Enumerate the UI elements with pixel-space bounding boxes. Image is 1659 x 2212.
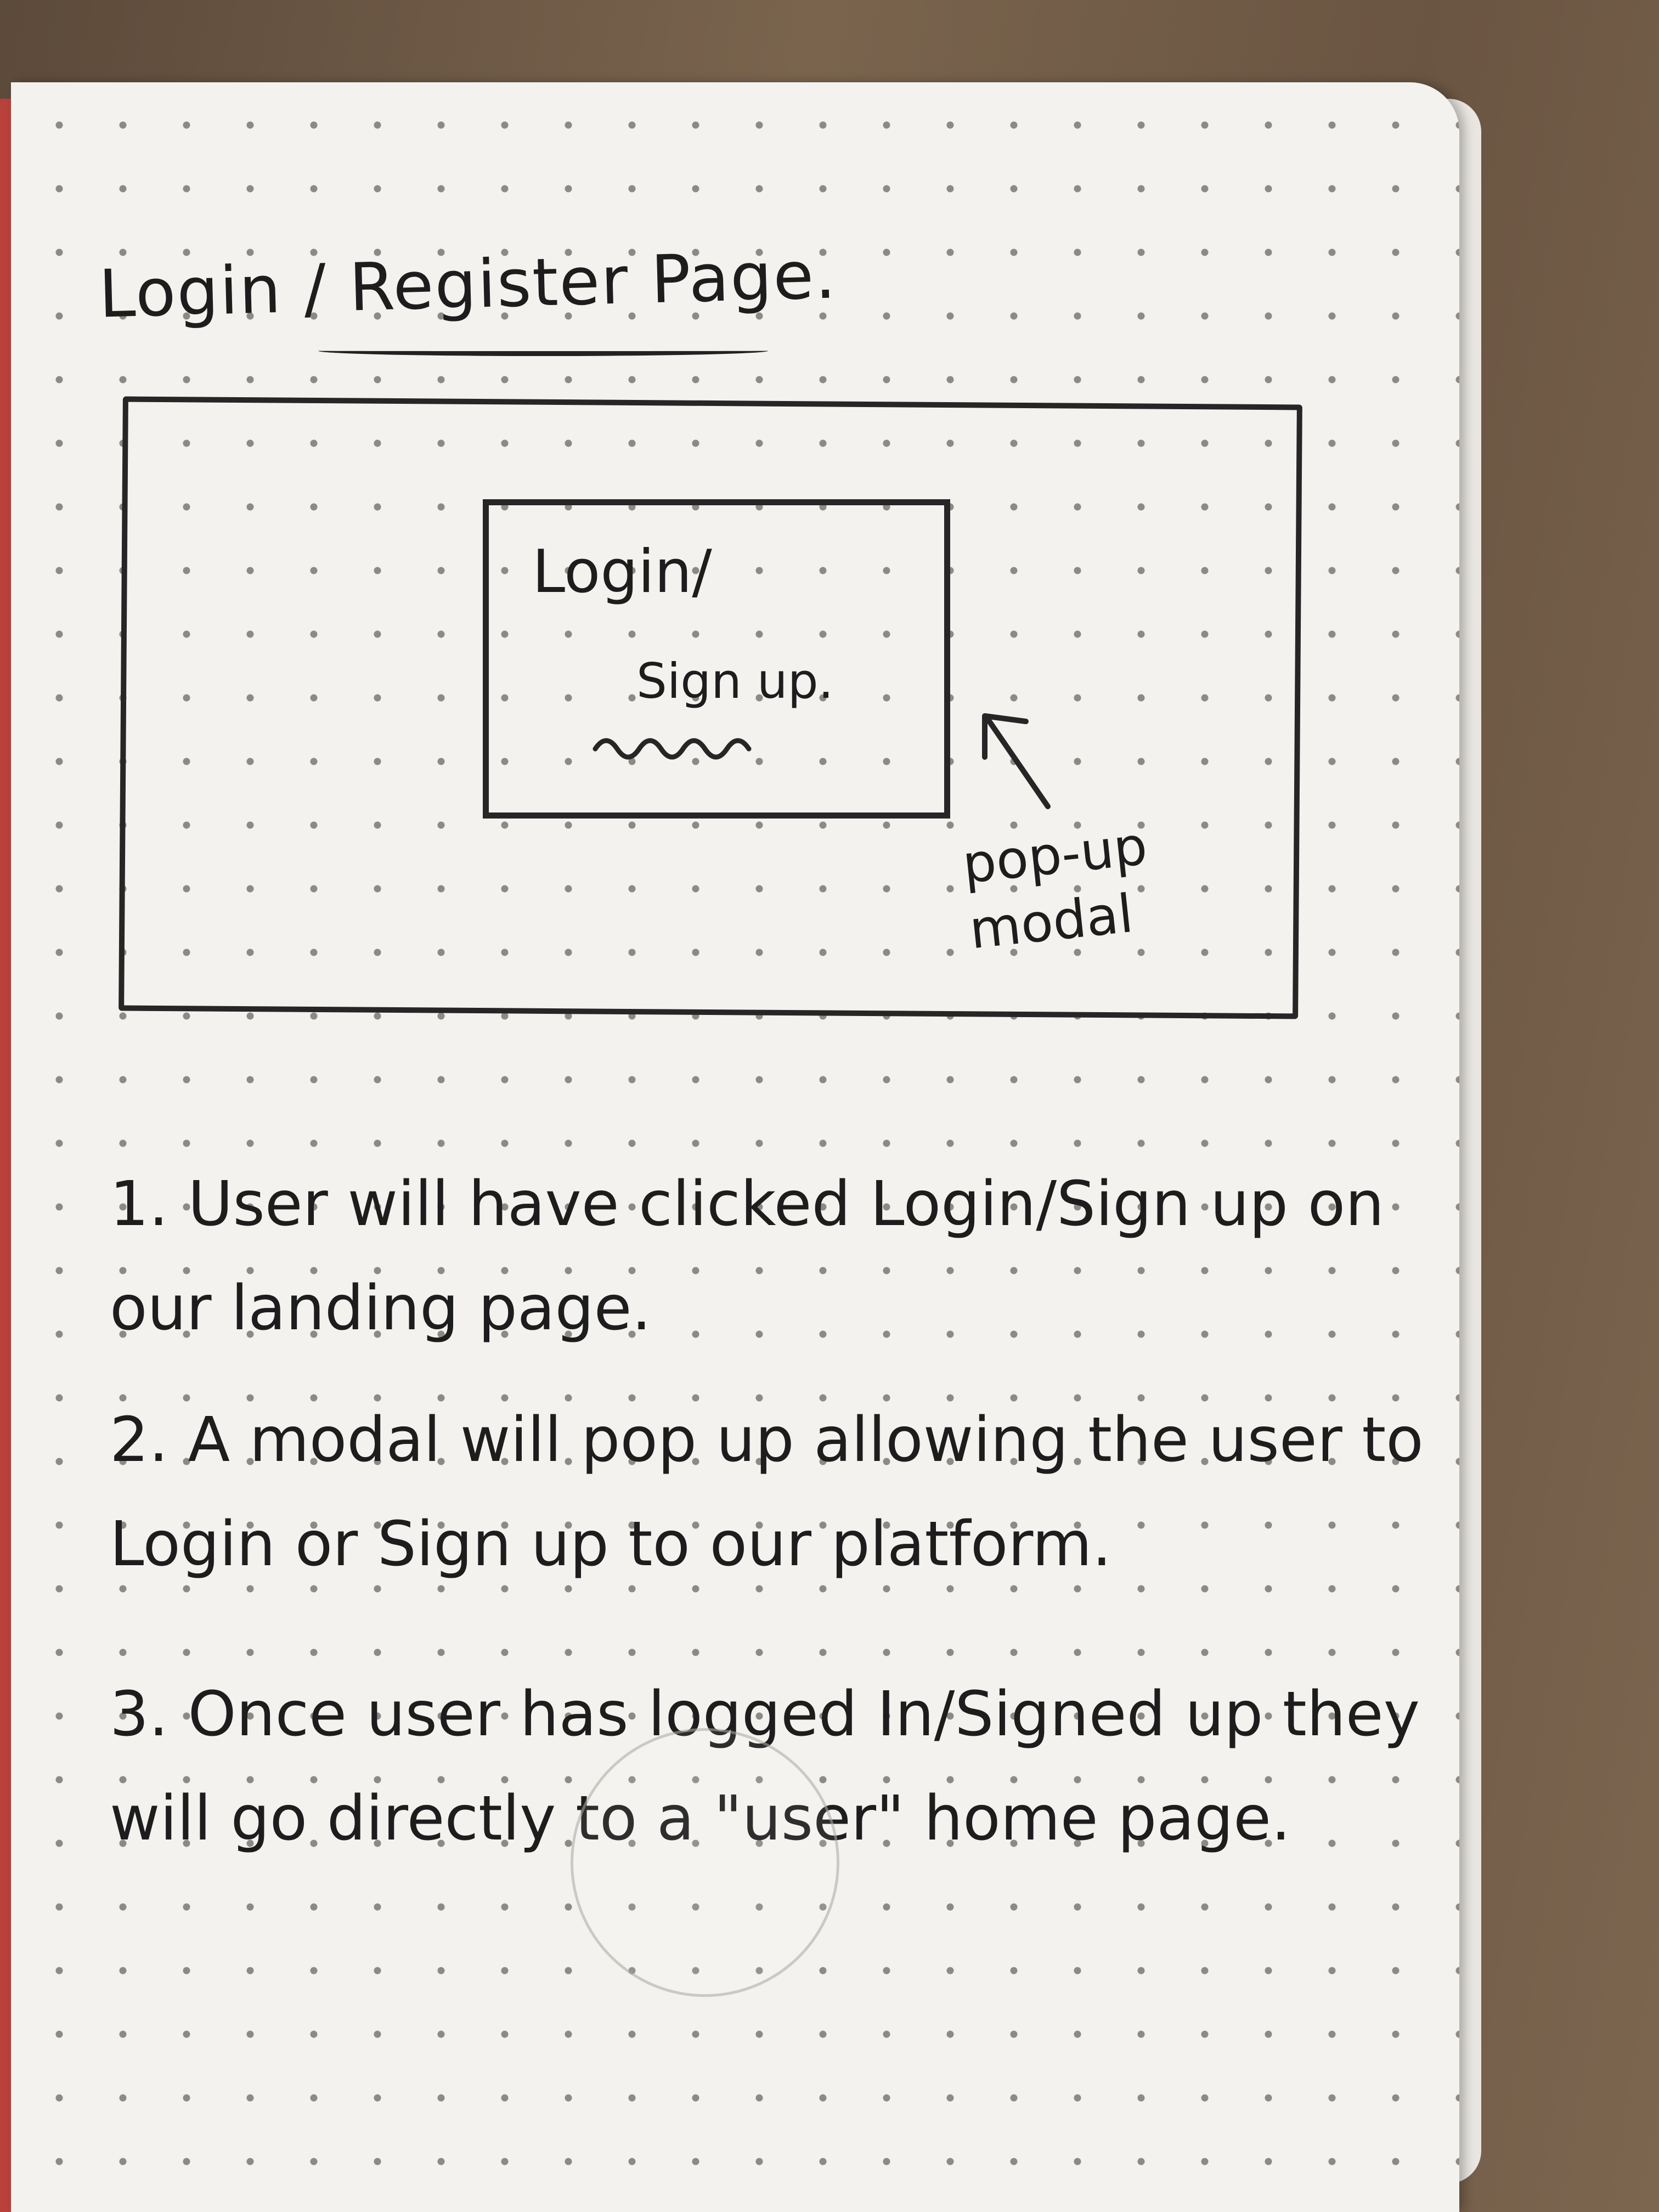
modal-subtitle: Sign up. (636, 653, 834, 709)
step-1: 1. User will have clicked Login/Sign up … (110, 1169, 1385, 1344)
page-title: Login / Register Page. (98, 237, 838, 333)
modal-title: Login/ (532, 538, 712, 606)
step-2: 2. A modal will pop up allowing the user… (110, 1404, 1424, 1580)
paper-reflection (571, 1728, 839, 1997)
squiggle-placeholder-icon (592, 738, 752, 760)
notebook-page: Login / Register Page. Login/ Sign up. p… (11, 82, 1459, 2212)
title-underline (318, 346, 768, 356)
arrow-up-left-icon (982, 713, 1051, 809)
